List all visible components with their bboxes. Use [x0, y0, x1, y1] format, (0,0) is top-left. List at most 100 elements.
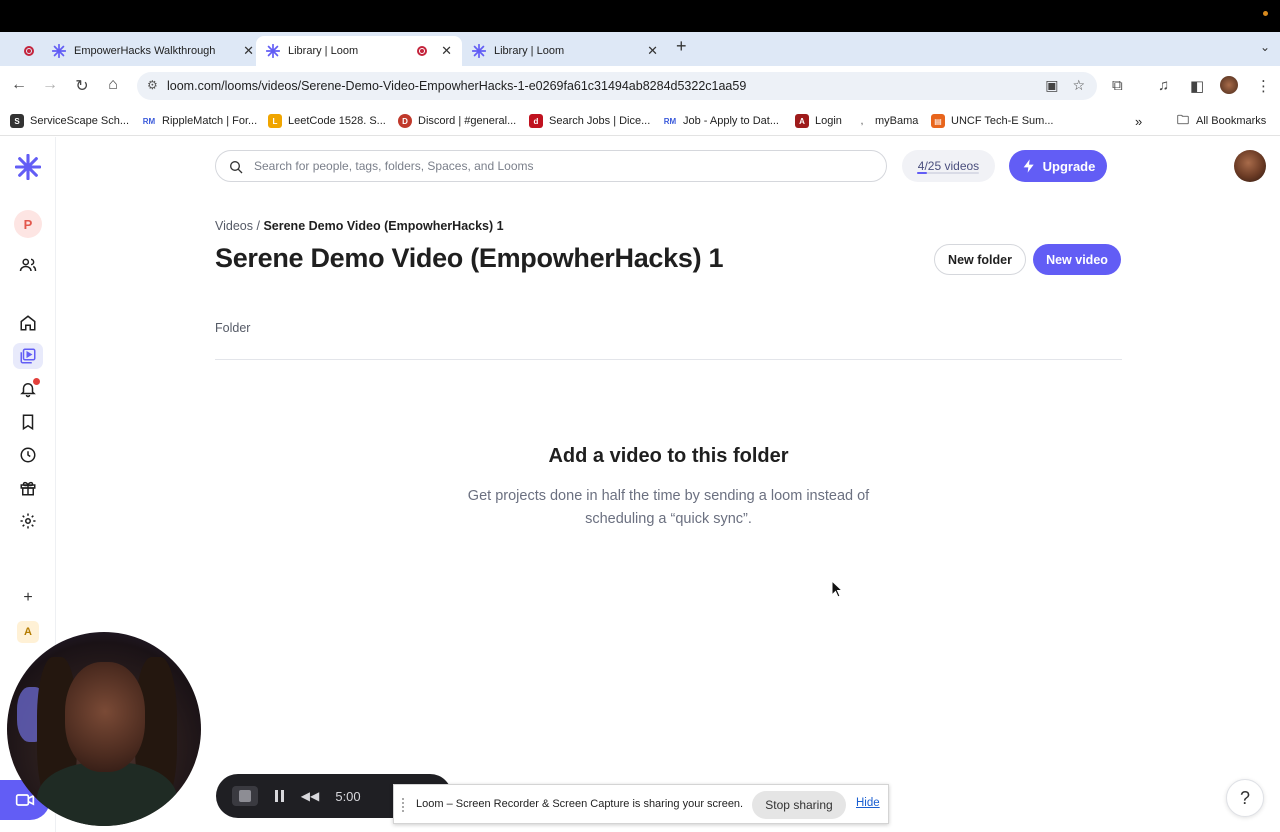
bookmark-label: LeetCode 1528. S... [288, 115, 386, 127]
browser-tab-empowerhacks[interactable]: EmpowerHacks Walkthrough ✕ [14, 36, 264, 66]
new-tab-button[interactable]: + [676, 36, 687, 57]
mouse-cursor-icon [831, 580, 843, 598]
main-content: Search for people, tags, folders, Spaces… [57, 137, 1280, 832]
user-avatar[interactable] [1234, 150, 1266, 182]
pause-button[interactable] [270, 786, 288, 806]
close-icon[interactable]: ✕ [647, 43, 658, 59]
bookmark-label: Login [815, 115, 842, 127]
webcam-bubble[interactable] [7, 632, 201, 826]
bookmark-item[interactable]: d Search Jobs | Dice... [529, 114, 650, 128]
star-icon[interactable]: ☆ [1072, 77, 1085, 94]
bookmark-favicon-icon: D [398, 114, 412, 128]
breadcrumb-videos-link[interactable]: Videos [215, 219, 253, 233]
add-workspace-button[interactable]: + [13, 585, 43, 611]
tab-title: EmpowerHacks Walkthrough [74, 45, 216, 57]
share-message: Loom – Screen Recorder & Screen Capture … [416, 798, 744, 810]
new-video-button[interactable]: New video [1033, 244, 1121, 275]
people-icon[interactable] [13, 252, 43, 278]
bookmark-item[interactable]: L LeetCode 1528. S... [268, 114, 386, 128]
empty-state-text: Get projects done in half the time by se… [467, 488, 870, 527]
video-quota[interactable]: 4/25 videos [902, 150, 995, 182]
folder-section-label: Folder [215, 321, 251, 335]
close-icon[interactable]: ✕ [243, 43, 254, 59]
search-input[interactable]: Search for people, tags, folders, Spaces… [215, 150, 887, 182]
quota-progress-bar [917, 172, 979, 174]
bookmark-label: ServiceScape Sch... [30, 115, 130, 127]
notification-badge [33, 378, 40, 385]
recording-icon [417, 46, 428, 56]
clock-icon[interactable] [13, 442, 43, 468]
new-folder-button[interactable]: New folder [934, 244, 1026, 275]
tab-title: Library | Loom [494, 45, 565, 57]
close-icon[interactable]: ✕ [441, 43, 452, 59]
library-icon[interactable] [13, 343, 43, 369]
help-button[interactable]: ? [1226, 779, 1264, 817]
bookmark-item[interactable]: ▤ UNCF Tech-E Sum... [931, 114, 1054, 128]
more-bookmarks-chevron-icon[interactable]: » [1135, 114, 1142, 129]
hide-link[interactable]: Hide [856, 797, 880, 809]
browser-tab-strip: EmpowerHacks Walkthrough ✕ Library | Loo… [0, 32, 1280, 66]
extensions-icon[interactable]: ⧉ [1112, 77, 1123, 94]
home-icon[interactable] [13, 310, 43, 336]
back-arrow-icon[interactable]: ← [4, 76, 34, 94]
page-title: Serene Demo Video (EmpowherHacks) 1 [215, 243, 724, 273]
empty-state-title: Add a video to this folder [548, 445, 789, 467]
bookmark-favicon-icon: RM [142, 116, 156, 126]
upgrade-label: Upgrade [1042, 158, 1096, 174]
bookmark-item[interactable]: S ServiceScape Sch... [10, 114, 129, 128]
bookmark-item[interactable]: , myBama [855, 114, 919, 128]
bookmark-favicon-icon: RM [663, 116, 677, 126]
reload-icon[interactable]: ↻ [67, 76, 97, 96]
upgrade-button[interactable]: Upgrade [1009, 150, 1107, 182]
status-dot [1263, 11, 1268, 16]
loom-logo-icon[interactable] [13, 154, 43, 180]
tab-search-chevron-icon[interactable]: ⌄ [1260, 40, 1270, 54]
gear-icon[interactable] [13, 508, 43, 534]
kebab-menu-icon[interactable]: ⋮ [1256, 77, 1271, 95]
bookmark-label: myBama [875, 115, 919, 127]
bookmark-item[interactable]: RM RippleMatch | For... [142, 114, 257, 128]
workspace-switcher[interactable]: P [13, 210, 43, 238]
bottom-workspace[interactable]: A [13, 619, 43, 645]
home-icon[interactable]: ⌂ [98, 76, 128, 94]
address-bar[interactable]: ⚙ loom.com/looms/videos/Serene-Demo-Vide… [137, 72, 1097, 100]
bookmark-label: Discord | #general... [418, 115, 517, 127]
breadcrumb-current: Serene Demo Video (EmpowherHacks) 1 [263, 219, 504, 233]
browser-tab-library[interactable]: Library | Loom ✕ [462, 36, 668, 66]
rewind-icon[interactable]: ◀◀ [300, 786, 320, 806]
side-panel-icon[interactable]: ◧ [1190, 77, 1204, 95]
bookmark-icon[interactable] [13, 409, 43, 435]
bookmark-favicon-icon: , [860, 116, 864, 126]
stop-recording-button[interactable] [232, 786, 258, 806]
bookmark-favicon-icon: d [529, 114, 543, 128]
bookmark-favicon-icon: ▤ [931, 114, 945, 128]
bookmark-label: Search Jobs | Dice... [549, 115, 651, 127]
section-divider [215, 359, 1122, 360]
search-icon [230, 161, 243, 174]
recording-timer: 5:00 [335, 788, 361, 804]
bell-icon[interactable] [13, 376, 43, 402]
profile-avatar[interactable] [1220, 76, 1238, 94]
all-bookmarks[interactable]: 🗀 All Bookmarks [1176, 113, 1266, 128]
drag-handle-icon[interactable] [402, 798, 406, 812]
browser-tab-library-active[interactable]: Library | Loom ✕ [256, 36, 462, 66]
bookmark-favicon-icon: A [795, 114, 809, 128]
loom-icon [52, 44, 66, 58]
bookmark-favicon-icon: S [10, 114, 24, 128]
bookmark-item[interactable]: D Discord | #general... [398, 114, 516, 128]
bookmarks-bar: S ServiceScape Sch... RM RippleMatch | For… [0, 106, 1280, 136]
forward-arrow-icon[interactable]: → [35, 76, 65, 94]
quota-text: 4/25 videos [917, 159, 980, 173]
pause-icon [274, 790, 284, 802]
bookmark-item[interactable]: A Login [795, 114, 842, 128]
media-control-icon[interactable]: ♫ [1158, 77, 1169, 94]
gift-icon[interactable] [13, 475, 43, 501]
webcam-image-part [65, 662, 145, 772]
camera-icon[interactable]: ▣ [1045, 77, 1058, 94]
loom-icon [266, 44, 280, 58]
bookmark-item[interactable]: RM Job - Apply to Dat... [663, 114, 779, 128]
tab-title: Library | Loom [288, 45, 359, 57]
recording-icon [24, 46, 34, 56]
site-settings-icon[interactable]: ⚙ [147, 78, 158, 92]
stop-sharing-button[interactable]: Stop sharing [752, 791, 846, 819]
